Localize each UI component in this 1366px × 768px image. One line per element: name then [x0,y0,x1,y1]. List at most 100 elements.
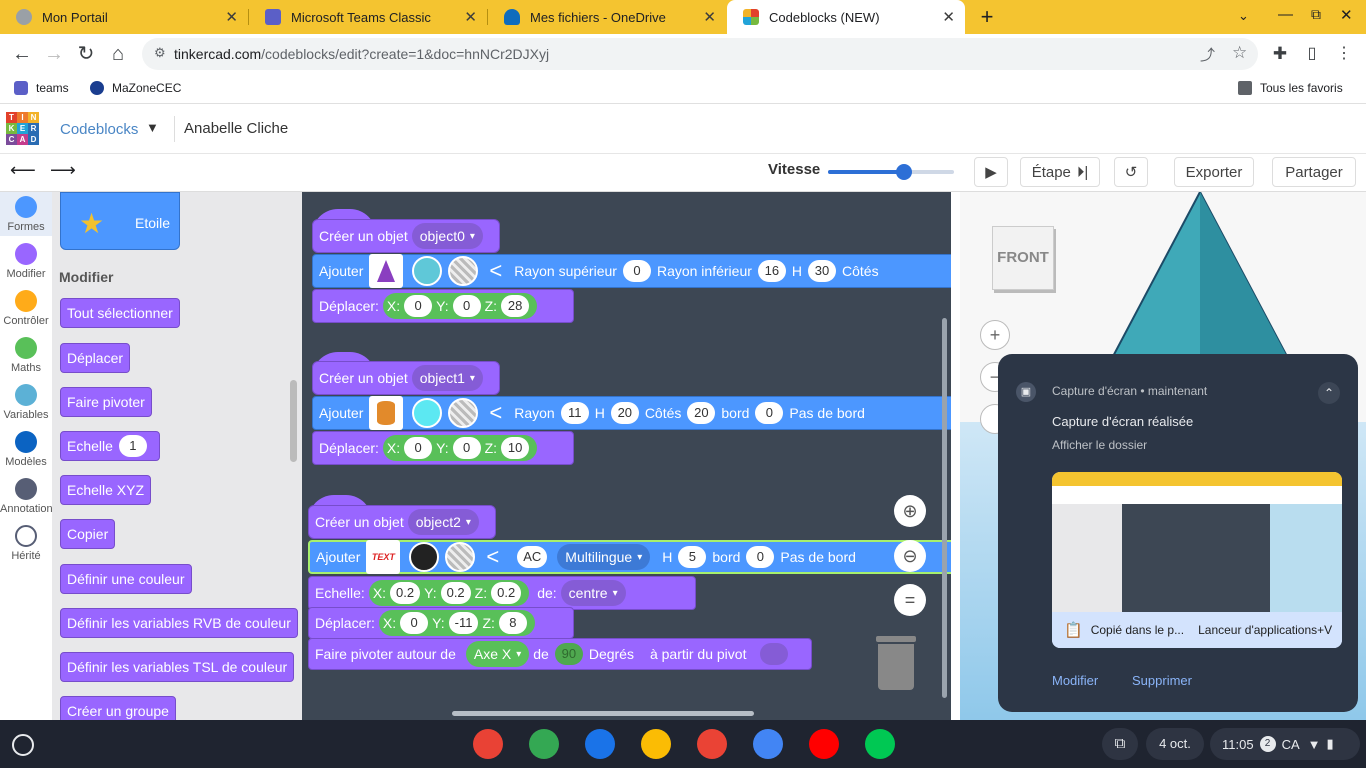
palette-block-set-color[interactable]: Définir une couleur [60,564,192,594]
x-input[interactable]: 0 [404,437,433,459]
category-contrôler[interactable]: Contrôler [0,290,52,327]
move-block[interactable]: Déplacer: X: 0 Y: 0 Z: 10 [312,431,574,465]
axis-dropdown[interactable]: Axe X [465,641,530,667]
hole-swatch[interactable] [448,256,479,286]
param-input[interactable]: 16 [757,260,786,282]
palette-block-hsl[interactable]: Définir les variables TSL de couleur [60,652,295,682]
home-icon[interactable]: ⌂ [106,42,130,66]
shelf-app-icon[interactable] [753,729,783,759]
palette-scrollbar[interactable] [290,380,297,462]
origin-dropdown[interactable]: centre [560,580,626,606]
add-cone-block[interactable]: Ajouter < Rayon supérieur 0 Rayon inféri… [312,254,951,288]
tab-teams[interactable]: Microsoft Teams Classic ✕ [249,0,487,34]
bookmark-star-icon[interactable]: ☆ [1232,43,1247,63]
text-input[interactable]: AC [517,546,548,568]
view-cube[interactable]: FRONT [992,226,1054,290]
z-input[interactable]: 0.2 [491,582,522,604]
category-formes[interactable]: Formes [0,196,52,233]
y-input[interactable]: 0 [452,295,481,317]
shelf-app-icon[interactable] [473,729,503,759]
palette-block-group[interactable]: Créer un groupe [60,696,176,720]
close-icon[interactable]: ✕ [225,8,238,26]
undo-icon[interactable]: ⟵ [10,160,36,181]
palette-block-rotate[interactable]: Faire pivoter [60,387,152,417]
palette-block-select-all[interactable]: Tout sélectionner [60,298,180,328]
object-dropdown[interactable]: object2 [407,509,479,535]
reload-icon[interactable]: ↻ [74,42,98,66]
redo-icon[interactable]: ⟶ [50,160,76,181]
launcher-icon[interactable] [12,734,34,756]
move-block[interactable]: Déplacer: X: 0 Y: -11 Z: 8 [308,607,574,639]
hole-swatch[interactable] [445,542,476,572]
code-workspace[interactable]: Créer un objet object0 Ajouter < Rayon s… [302,192,951,720]
param-input[interactable]: 20 [610,402,639,424]
param-input[interactable]: 20 [687,402,716,424]
cylinder-shape-icon[interactable] [369,396,404,430]
workspace-h-scrollbar[interactable] [452,711,754,716]
category-annotation[interactable]: Annotation [0,478,53,515]
step-button[interactable]: Étape ⏵| [1020,157,1100,187]
play-button[interactable]: ▶ [974,157,1008,187]
forward-icon[interactable]: → [42,42,66,66]
shelf-app-icon[interactable] [865,729,895,759]
date-button[interactable]: 4 oct. [1146,728,1204,760]
y-input[interactable]: -11 [448,612,479,634]
extensions-icon[interactable]: ✚ [1268,42,1292,66]
z-input[interactable]: 10 [501,437,530,459]
param-input[interactable]: 30 [808,260,837,282]
cone-shape-icon[interactable] [369,254,404,288]
scale-value[interactable]: 1 [118,435,147,457]
zoom-in-button[interactable]: ⊕ [894,495,926,527]
holding-space-icon[interactable]: ⧉ [1102,728,1138,760]
category-maths[interactable]: Maths [0,337,52,374]
create-object-block[interactable]: Créer un objet object0 [312,219,500,253]
color-swatch[interactable] [409,542,440,572]
edit-button[interactable]: Modifier [1052,673,1098,688]
bookmark-mazonecec[interactable]: MaZoneCEC [90,81,181,95]
rotate-block[interactable]: Faire pivoter autour de Axe X de 90 Degr… [308,638,812,670]
workspace-v-scrollbar[interactable] [942,318,947,698]
reset-button[interactable]: ↺ [1114,157,1148,187]
speed-slider-handle[interactable] [895,164,912,180]
site-info-icon[interactable]: ⚙ [154,45,166,61]
shelf-app-icon[interactable] [697,729,727,759]
address-bar[interactable]: ⚙ tinkercad.com/codeblocks/edit?create=1… [142,38,1258,70]
export-button[interactable]: Exporter [1174,157,1254,187]
collapse-arrow-icon[interactable]: < [486,544,499,570]
palette-block-scale[interactable]: Echelle 1 [60,431,160,461]
param-input[interactable]: 0 [755,402,784,424]
collapse-arrow-icon[interactable]: < [489,400,502,426]
document-title[interactable]: Anabelle Cliche [184,120,288,137]
close-icon[interactable]: ✕ [703,8,716,26]
y-input[interactable]: 0.2 [440,582,471,604]
move-block[interactable]: Déplacer: X: 0 Y: 0 Z: 28 [312,289,574,323]
z-input[interactable]: 8 [498,612,527,634]
create-object-block[interactable]: Créer un objet object1 [312,361,500,395]
degrees-input[interactable]: 90 [554,643,583,665]
shelf-app-icon[interactable] [641,729,671,759]
side-panel-icon[interactable]: ▯ [1300,42,1324,66]
palette-block-rgb[interactable]: Définir les variables RVB de couleur [60,608,298,638]
delete-button[interactable]: Supprimer [1132,673,1192,688]
star-block[interactable]: ★ Etoile [60,192,180,250]
tab-codeblocks[interactable]: Codeblocks (NEW) ✕ [727,0,965,34]
param-input[interactable]: 11 [560,402,589,424]
category-hérité[interactable]: Hérité [0,525,52,562]
back-icon[interactable]: ← [10,42,34,66]
add-cylinder-block[interactable]: Ajouter < Rayon 11 H 20 Côtés 20 bord 0 … [312,396,951,430]
status-area[interactable]: 11:05 2 CA ▼ ▮ [1210,728,1360,760]
tab-search-icon[interactable]: ⌄ [1238,8,1249,24]
share-button[interactable]: Partager [1272,157,1356,187]
share-icon[interactable]: ⤴ [1200,44,1215,65]
palette-block-scale-xyz[interactable]: Echelle XYZ [60,475,152,505]
hole-swatch[interactable] [448,398,479,428]
color-swatch[interactable] [412,256,443,286]
menu-icon[interactable]: ⋮ [1332,42,1356,66]
pivot-slot[interactable] [760,643,789,665]
param-input[interactable]: 0 [746,546,775,568]
tab-mon-portail[interactable]: Mon Portail ✕ [0,0,248,34]
close-window-icon[interactable]: ✕ [1340,6,1353,24]
category-variables[interactable]: Variables [0,384,52,421]
font-dropdown[interactable]: Multilingue [557,544,651,570]
all-bookmarks[interactable]: Tous les favoris [1238,81,1343,95]
